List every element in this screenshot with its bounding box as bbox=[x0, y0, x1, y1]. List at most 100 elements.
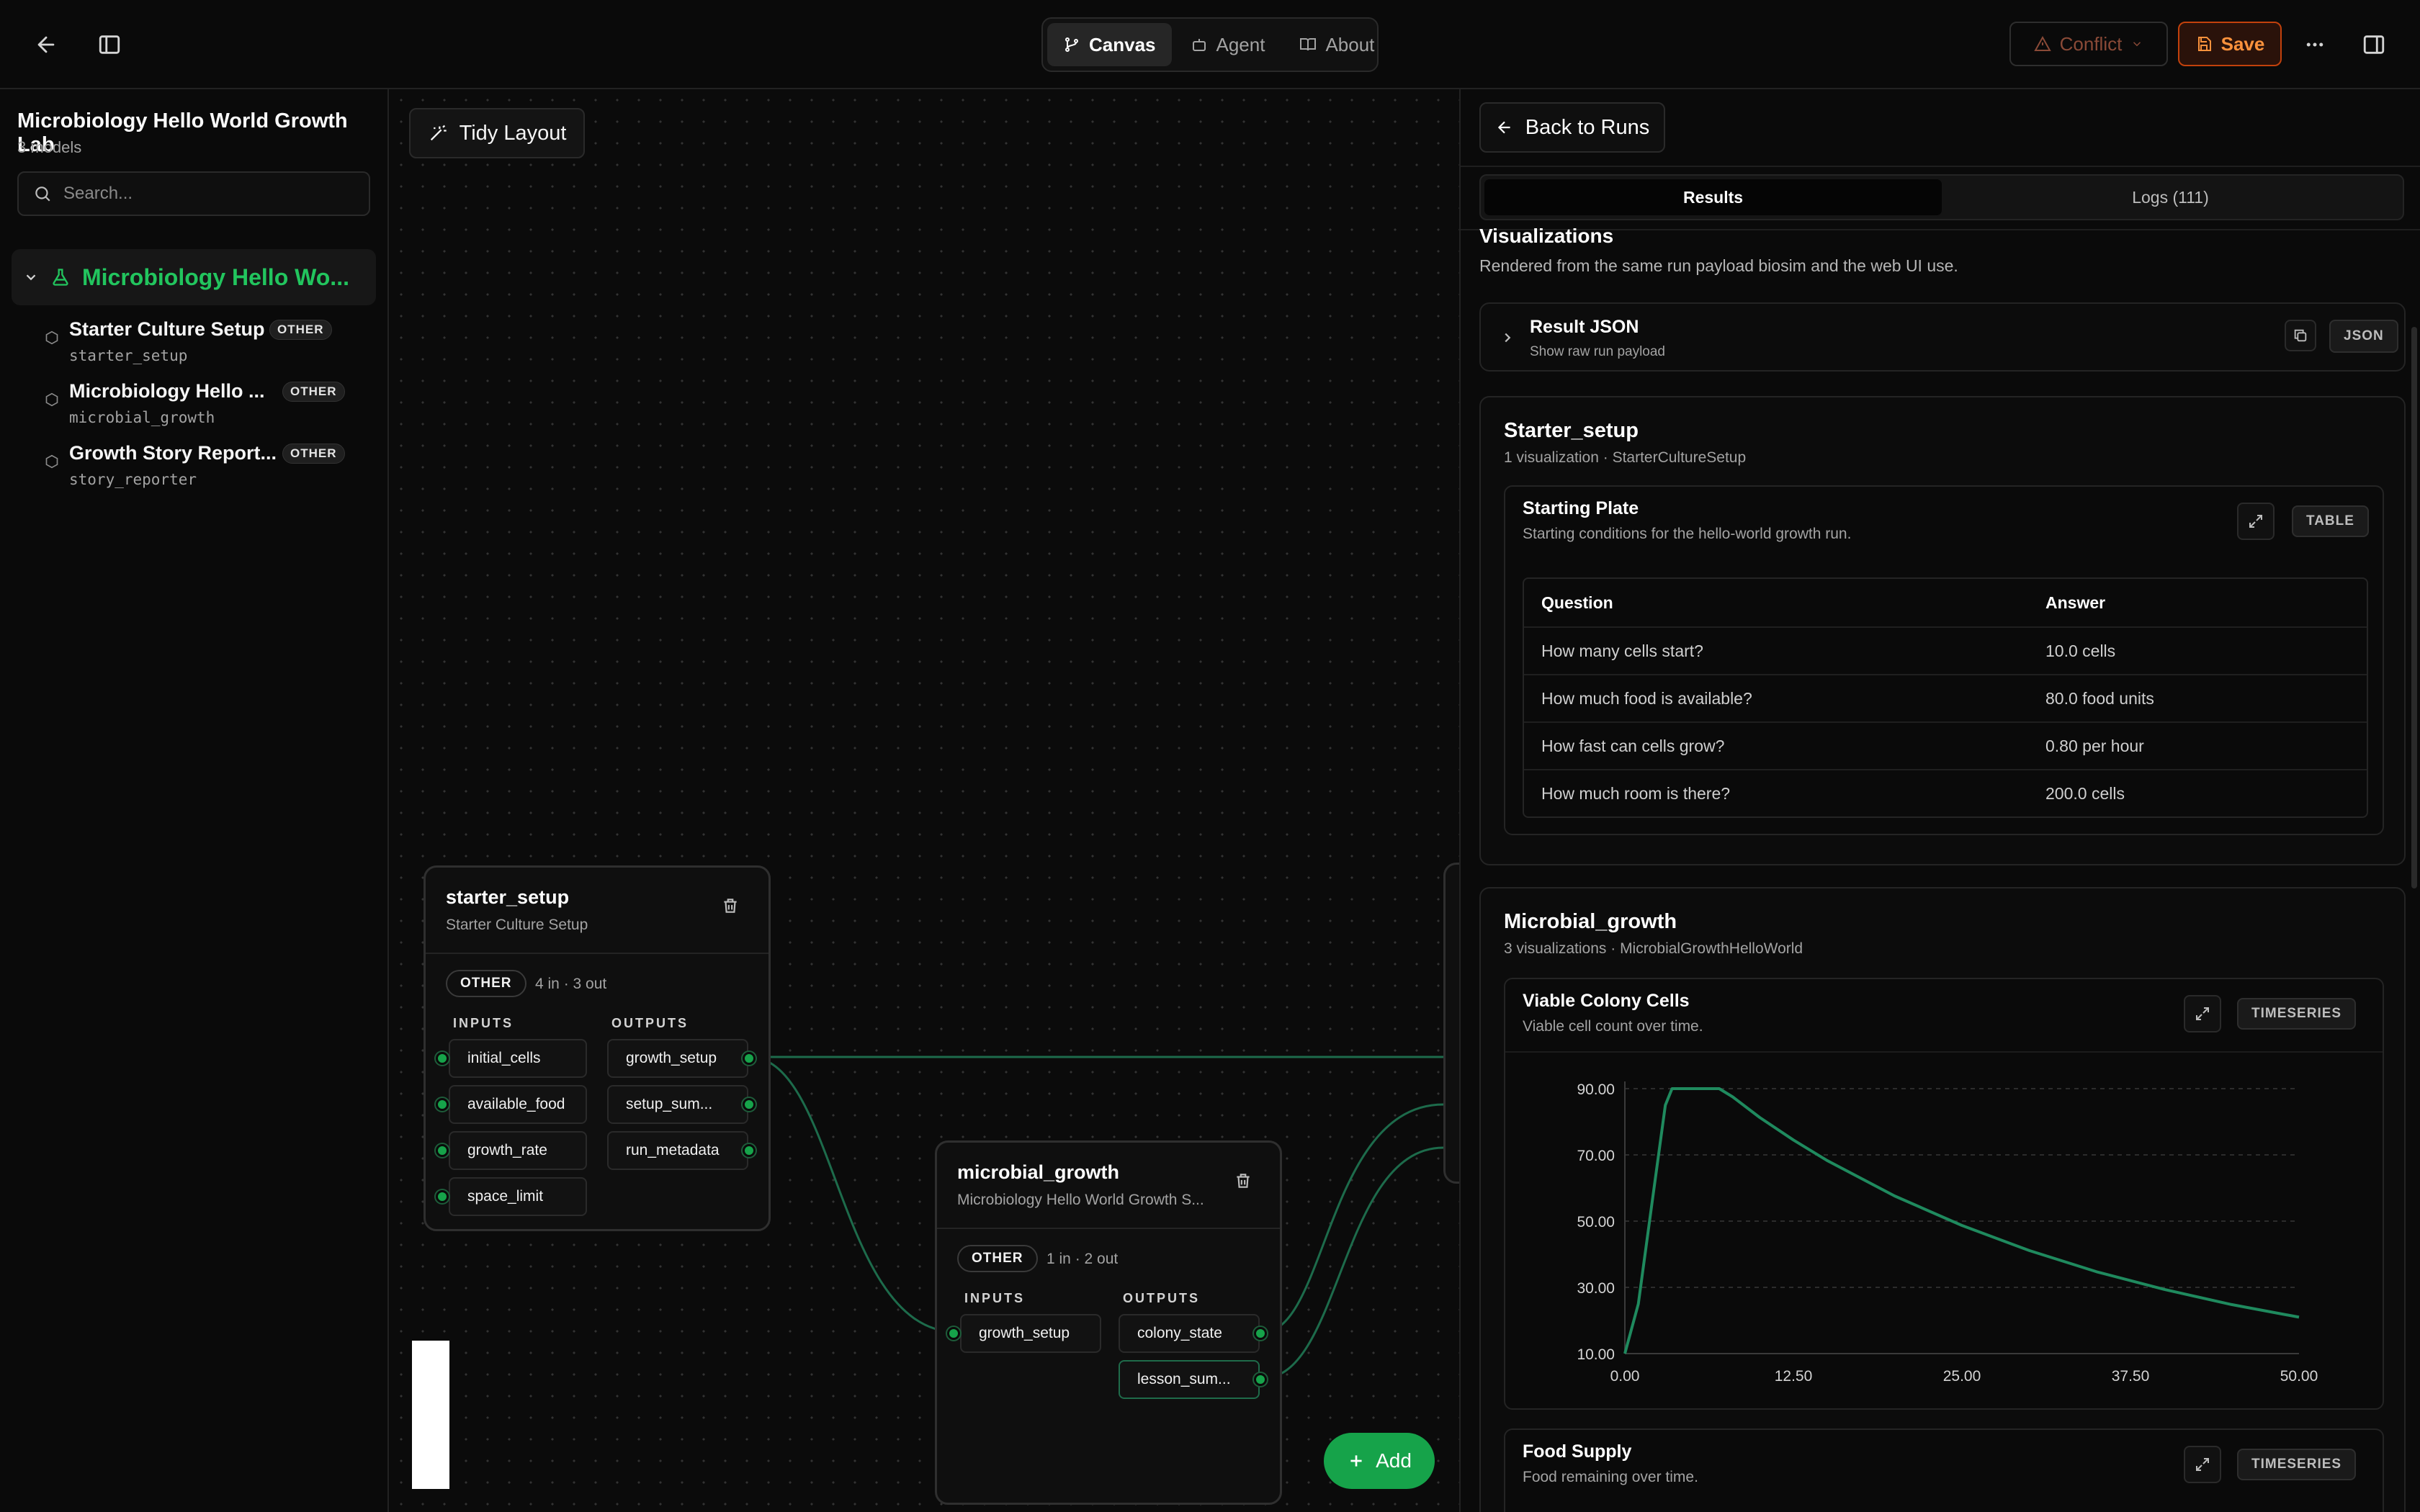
node-divider bbox=[426, 953, 768, 954]
microbial-growth-node[interactable]: microbial_growth Microbiology Hello Worl… bbox=[935, 1140, 1282, 1505]
visualizations-subtitle: Rendered from the same run payload biosi… bbox=[1479, 256, 1958, 275]
card-subtitle: Viable cell count over time. bbox=[1523, 1018, 1703, 1035]
food-supply-card: Food Supply Food remaining over time. TI… bbox=[1504, 1428, 2384, 1512]
sidebar-item-microbial-growth[interactable]: Microbiology Hello ... OTHER microbial_g… bbox=[45, 380, 376, 436]
chevron-down-icon bbox=[2133, 42, 2141, 47]
output-handle[interactable] bbox=[743, 1098, 756, 1111]
input-handle[interactable] bbox=[436, 1190, 449, 1203]
tab-agent-label: Agent bbox=[1216, 33, 1265, 55]
node-subtitle: Starter Culture Setup bbox=[446, 917, 588, 933]
sidebar-item-starter-setup[interactable]: Starter Culture Setup OTHER starter_setu… bbox=[45, 318, 376, 374]
result-json-row[interactable]: Result JSON Show raw run payload JSON bbox=[1479, 302, 2406, 372]
search-input[interactable]: Search... bbox=[17, 171, 370, 216]
result-json-title: Result JSON bbox=[1530, 317, 1639, 337]
output-port[interactable]: colony_state bbox=[1119, 1314, 1260, 1353]
input-handle[interactable] bbox=[436, 1144, 449, 1157]
edge-lesson-summary bbox=[1263, 1146, 1444, 1380]
output-port[interactable]: setup_sum... bbox=[607, 1085, 748, 1124]
json-chip[interactable]: JSON bbox=[2329, 320, 2398, 353]
toggle-sidebar-icon[interactable] bbox=[84, 19, 135, 71]
expand-icon[interactable] bbox=[2184, 995, 2221, 1032]
input-port[interactable]: growth_setup bbox=[960, 1314, 1101, 1353]
top-bar: Canvas Agent About Conflict Save bbox=[0, 0, 2420, 89]
conflict-button[interactable]: Conflict bbox=[2009, 22, 2168, 66]
x-tick-label: 12.50 bbox=[1775, 1368, 1813, 1385]
back-arrow-icon[interactable] bbox=[20, 19, 72, 71]
input-port[interactable]: space_limit bbox=[449, 1177, 587, 1216]
trash-icon[interactable] bbox=[1234, 1171, 1252, 1190]
section-subtitle: 1 visualization · StarterCultureSetup bbox=[1504, 449, 1747, 466]
search-placeholder: Search... bbox=[63, 184, 133, 203]
y-tick-label: 90.00 bbox=[1577, 1081, 1615, 1098]
card-subtitle: Food remaining over time. bbox=[1523, 1469, 1698, 1485]
tab-about[interactable]: About bbox=[1283, 23, 1390, 66]
input-port[interactable]: initial_cells bbox=[449, 1039, 587, 1078]
expand-icon[interactable] bbox=[2237, 503, 2275, 540]
chevron-down-icon bbox=[26, 274, 36, 281]
table-row: How many cells start? 10.0 cells bbox=[1524, 626, 2367, 674]
input-port[interactable]: growth_rate bbox=[449, 1131, 587, 1170]
output-handle[interactable] bbox=[1254, 1327, 1267, 1340]
story-reporter-node[interactable] bbox=[1443, 863, 1459, 1184]
flask-icon bbox=[53, 269, 68, 286]
sidebar-item-name: Starter Culture Setup bbox=[69, 318, 265, 340]
kind-badge: OTHER bbox=[957, 1245, 1038, 1272]
section-starter-setup: Starter_setup 1 visualization · StarterC… bbox=[1479, 396, 2406, 865]
table-cell: How much food is available? bbox=[1541, 688, 1752, 708]
chevron-right-icon bbox=[1505, 333, 1511, 343]
viable-cells-chart: 10.00 30.00 50.00 70.00 90.00 0.00 12.50 25.00 3… bbox=[1577, 1081, 2318, 1385]
save-label: Save bbox=[2220, 32, 2265, 55]
tab-agent[interactable]: Agent bbox=[1175, 23, 1281, 66]
input-handle[interactable] bbox=[436, 1098, 449, 1111]
output-port[interactable]: growth_setup bbox=[607, 1039, 748, 1078]
add-node-button[interactable]: Add bbox=[1324, 1433, 1435, 1489]
sidebar-item-slug: starter_setup bbox=[69, 347, 188, 364]
card-title: Food Supply bbox=[1523, 1441, 1632, 1462]
table-cell: 10.0 cells bbox=[2045, 641, 2116, 660]
save-button[interactable]: Save bbox=[2178, 22, 2282, 66]
graph-canvas[interactable]: Tidy Layout starter_setup Starter Cultur… bbox=[390, 89, 1459, 1512]
trash-icon[interactable] bbox=[721, 896, 740, 915]
more-icon[interactable] bbox=[2289, 19, 2341, 71]
card-title: Viable Colony Cells bbox=[1523, 991, 1690, 1011]
column-header: Answer bbox=[2045, 593, 2106, 612]
sidebar-item-slug: story_reporter bbox=[69, 471, 197, 488]
output-port[interactable]: lesson_sum... bbox=[1119, 1360, 1260, 1399]
section-title: Microbial_growth bbox=[1504, 910, 1677, 933]
add-label: Add bbox=[1376, 1449, 1412, 1472]
warning-icon bbox=[2033, 35, 2051, 51]
section-subtitle: 3 visualizations · MicrobialGrowthHelloW… bbox=[1504, 940, 1803, 957]
node-subtitle: Microbiology Hello World Growth S... bbox=[957, 1192, 1204, 1208]
input-handle[interactable] bbox=[436, 1052, 449, 1065]
port-label: growth_setup bbox=[626, 1050, 717, 1066]
io-count: 1 in · 2 out bbox=[1047, 1251, 1119, 1267]
output-handle[interactable] bbox=[743, 1052, 756, 1065]
port-label: growth_setup bbox=[979, 1325, 1070, 1341]
output-port[interactable]: run_metadata bbox=[607, 1131, 748, 1170]
sidebar-item-story-reporter[interactable]: Growth Story Report... OTHER story_repor… bbox=[45, 442, 376, 498]
book-icon bbox=[1300, 38, 1317, 51]
tab-results[interactable]: Results bbox=[1484, 179, 1942, 215]
node-divider bbox=[937, 1228, 1280, 1229]
sidebar-item-name: Growth Story Report... bbox=[69, 442, 277, 464]
output-handle[interactable] bbox=[743, 1144, 756, 1157]
io-count: 4 in · 3 out bbox=[535, 976, 607, 992]
tab-canvas[interactable]: Canvas bbox=[1047, 23, 1172, 66]
table-cell: 80.0 food units bbox=[2045, 688, 2154, 708]
toggle-panel-icon[interactable] bbox=[2348, 19, 2400, 71]
tab-about-label: About bbox=[1325, 33, 1375, 55]
back-to-runs-button[interactable]: Back to Runs bbox=[1479, 102, 1665, 153]
starter-setup-node[interactable]: starter_setup Starter Culture Setup OTHE… bbox=[424, 865, 771, 1231]
tree-root-item[interactable]: Microbiology Hello Wo... bbox=[12, 249, 376, 305]
output-handle[interactable] bbox=[1254, 1373, 1267, 1386]
arrow-left-icon bbox=[1497, 121, 1510, 134]
input-handle[interactable] bbox=[947, 1327, 960, 1340]
tab-logs[interactable]: Logs (111) bbox=[1942, 179, 2399, 215]
input-port[interactable]: available_food bbox=[449, 1085, 587, 1124]
copy-icon[interactable] bbox=[2285, 320, 2316, 351]
timeseries-chip: TIMESERIES bbox=[2237, 998, 2357, 1030]
outputs-label: OUTPUTS bbox=[1123, 1291, 1201, 1305]
panel-scrollbar[interactable] bbox=[2411, 327, 2417, 888]
y-tick-label: 10.00 bbox=[1577, 1346, 1615, 1363]
expand-icon[interactable] bbox=[2184, 1446, 2221, 1483]
